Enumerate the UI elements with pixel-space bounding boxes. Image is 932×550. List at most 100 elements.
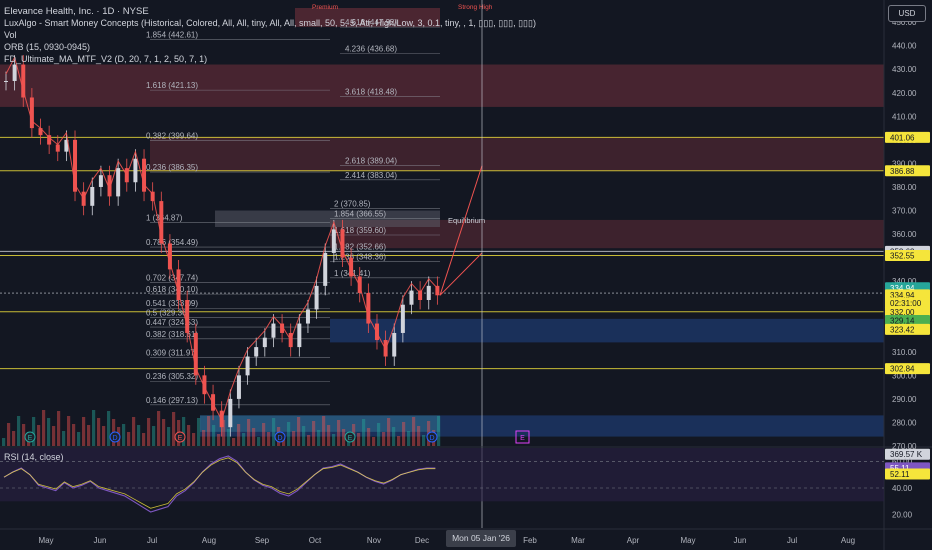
volume-bar	[192, 433, 196, 446]
event-marker-label: E	[178, 435, 183, 442]
volume-bar	[57, 411, 61, 446]
demand-zone	[330, 318, 884, 343]
candle-body	[426, 285, 431, 300]
volume-bar	[67, 416, 71, 446]
volume-bar	[357, 433, 361, 446]
price-tick: 360.00	[892, 230, 917, 239]
volume-bar	[157, 411, 161, 446]
price-tick: 310.00	[892, 348, 917, 357]
volume-bar	[387, 418, 391, 446]
chart-canvas[interactable]: 1.854 (442.61) 1.618 (421.13) 0.382 (399.6…	[0, 0, 932, 550]
volume-bar	[52, 426, 56, 446]
volume-bar	[257, 437, 261, 446]
volume-bar	[362, 419, 366, 446]
fib-label: 0.146 (297.13)	[146, 396, 198, 405]
volume-bar	[262, 423, 266, 446]
volume-bar	[17, 416, 21, 446]
candle-body	[400, 304, 405, 333]
rsi-badge-label: 52.11	[890, 470, 910, 479]
candle-body	[55, 144, 60, 152]
time-tick: Jul	[147, 536, 157, 545]
indicator-orb-legend[interactable]: ORB (15, 0930-0945)	[4, 42, 90, 52]
fib-label: 2.618 (389.04)	[345, 157, 397, 166]
volume-bar	[7, 423, 11, 446]
volume-bar	[127, 432, 131, 446]
volume-bar	[267, 432, 271, 446]
fib-label: 4.236 (436.68)	[345, 44, 397, 53]
price-badge-label: 401.06	[890, 133, 915, 142]
indicator-vol-legend[interactable]: Vol	[4, 30, 17, 40]
indicator-ma-legend[interactable]: FD_Ultimate_MA_MTF_V2 (D, 20, 7, 1, 2, 5…	[4, 54, 207, 64]
candle-body	[98, 175, 103, 187]
volume-bar	[47, 418, 51, 446]
candle-body	[176, 269, 181, 300]
fib-label: 1.854 (442.61)	[146, 31, 198, 40]
price-tick: 370.00	[892, 207, 917, 216]
volume-bar	[292, 431, 296, 446]
supply-zone	[150, 137, 884, 171]
volume-bar	[412, 417, 416, 446]
volume-bar	[42, 410, 46, 446]
volume-bar	[152, 426, 156, 446]
price-tick: 420.00	[892, 89, 917, 98]
volume-bar	[62, 431, 66, 446]
volume-bar	[77, 432, 81, 446]
volume-bar	[37, 425, 41, 446]
time-tick: Jul	[787, 536, 797, 545]
candle-body	[331, 229, 336, 253]
candle-body	[374, 323, 379, 341]
fib-label: 3.618 (418.48)	[345, 87, 397, 96]
rsi-band	[0, 448, 884, 502]
candle-body	[211, 394, 216, 411]
volume-bar	[312, 421, 316, 446]
fib-label: 0.309 (311.97)	[146, 349, 198, 358]
time-tick: Sep	[255, 536, 270, 545]
candle-body	[90, 186, 95, 206]
strong-high-label: Strong High	[458, 4, 493, 11]
time-tick: Oct	[309, 536, 322, 545]
volume-bar	[227, 429, 231, 446]
fib-label: 1 (364.87)	[146, 214, 183, 223]
volume-bar	[402, 422, 406, 446]
premium-zone	[0, 64, 884, 107]
fib-label: 0.382 (318.61)	[146, 330, 198, 339]
time-tick: Jun	[734, 536, 747, 545]
time-tick: Dec	[415, 536, 429, 545]
time-tick: May	[680, 536, 695, 545]
volume-bar	[327, 425, 331, 446]
candle-body	[29, 97, 34, 129]
volume-bar	[172, 412, 176, 446]
candle-body	[262, 337, 267, 348]
volume-bar	[162, 419, 166, 446]
price-badge-label: 323.42	[890, 325, 915, 334]
volume-bar	[217, 434, 221, 446]
event-marker-label: D	[277, 435, 282, 442]
volume-bar	[297, 417, 301, 446]
volume-bar	[212, 425, 216, 446]
fib-label: 0.447 (324.53)	[146, 318, 198, 327]
volume-bar	[407, 431, 411, 446]
indicator-smc-legend[interactable]: LuxAlgo - Smart Money Concepts (Historic…	[4, 18, 536, 29]
projection-line	[439, 252, 483, 296]
candle-body	[409, 290, 414, 305]
equilibrium-label: Equilibrium	[448, 216, 485, 225]
volume-bar	[187, 425, 191, 446]
candle-body	[245, 356, 250, 376]
candle-body	[297, 323, 302, 348]
volume-bar	[232, 438, 236, 446]
volume-bar	[132, 417, 136, 446]
volume-bar	[72, 424, 76, 446]
volume-bar	[382, 432, 386, 446]
volume-bar	[167, 427, 171, 446]
volume-bar	[207, 416, 211, 446]
rsi-legend[interactable]: RSI (14, close)	[4, 452, 64, 462]
rsi-tick: 20.00	[892, 511, 913, 520]
fib-label: 0.236 (305.32)	[146, 372, 198, 381]
time-tick: Aug	[841, 536, 855, 545]
candle-body	[254, 347, 259, 357]
fib-label: 0.382 (399.64)	[146, 132, 198, 141]
volume-bar	[322, 416, 326, 446]
event-marker-label: D	[429, 435, 434, 442]
currency-button[interactable]: USD	[888, 5, 926, 22]
symbol-title[interactable]: Elevance Health, Inc. · 1D · NYSE	[4, 6, 149, 17]
